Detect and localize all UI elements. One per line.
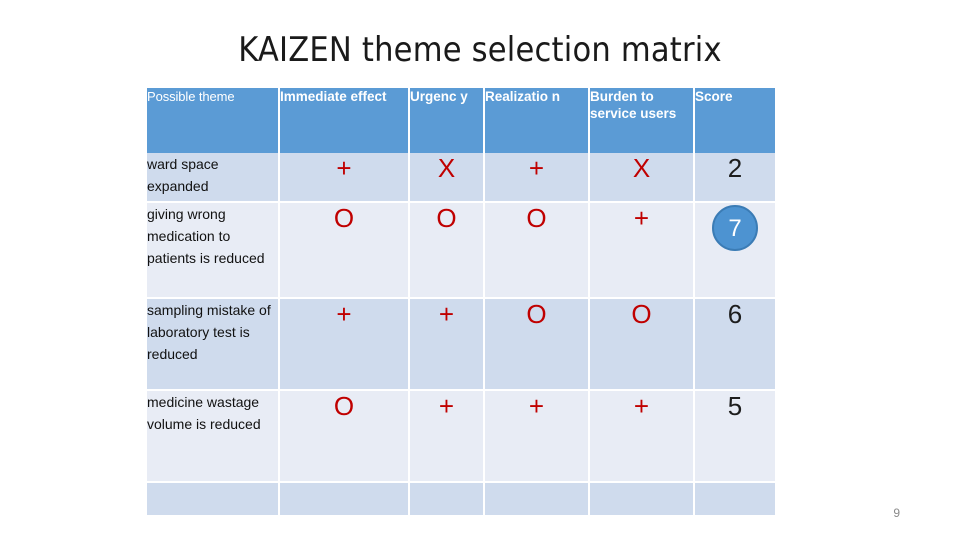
- cell-burden-to-service-users: +: [590, 391, 695, 483]
- cell-score: 7: [695, 203, 775, 299]
- cell-immediate-effect: +: [280, 299, 410, 391]
- table-header-row: Possible theme Immediate effect Urgenc y…: [147, 88, 775, 153]
- cell-burden-to-service-users: +: [590, 203, 695, 299]
- column-header-immediate-effect: Immediate effect: [280, 88, 410, 153]
- cell-immediate-effect: O: [280, 391, 410, 483]
- cell-theme: ward space expanded: [147, 153, 280, 203]
- slide-canvas: KAIZEN theme selection matrix Possible t…: [0, 0, 960, 540]
- cell-burden-to-service-users: [590, 483, 695, 515]
- cell-immediate-effect: O: [280, 203, 410, 299]
- cell-score: 5: [695, 391, 775, 483]
- cell-realization: +: [485, 153, 590, 203]
- cell-theme: medicine wastage volume is reduced: [147, 391, 280, 483]
- cell-realization: [485, 483, 590, 515]
- cell-urgency: [410, 483, 485, 515]
- column-header-burden-to-service-users: Burden to service users: [590, 88, 695, 153]
- cell-score: 6: [695, 299, 775, 391]
- slide-page-number: 9: [893, 506, 900, 520]
- page-title: KAIZEN theme selection matrix: [238, 30, 722, 70]
- column-header-urgency: Urgenc y: [410, 88, 485, 153]
- cell-realization: O: [485, 299, 590, 391]
- selected-score-badge: 7: [712, 205, 758, 251]
- cell-urgency: X: [410, 153, 485, 203]
- cell-immediate-effect: +: [280, 153, 410, 203]
- column-header-possible-theme: Possible theme: [147, 88, 280, 153]
- cell-score: 2: [695, 153, 775, 203]
- cell-theme: giving wrong medication to patients is r…: [147, 203, 280, 299]
- cell-theme: [147, 483, 280, 515]
- table-row: sampling mistake of laboratory test is r…: [147, 299, 775, 391]
- kaizen-theme-selection-matrix: Possible theme Immediate effect Urgenc y…: [147, 88, 775, 515]
- table-row: ward space expanded + X + X 2: [147, 153, 775, 203]
- column-header-realization: Realizatio n: [485, 88, 590, 153]
- column-header-score: Score: [695, 88, 775, 153]
- cell-realization: +: [485, 391, 590, 483]
- cell-urgency: +: [410, 299, 485, 391]
- table-row: [147, 483, 775, 515]
- cell-theme: sampling mistake of laboratory test is r…: [147, 299, 280, 391]
- cell-urgency: +: [410, 391, 485, 483]
- cell-score: [695, 483, 775, 515]
- cell-realization: O: [485, 203, 590, 299]
- table-row: medicine wastage volume is reduced O + +…: [147, 391, 775, 483]
- table-row: giving wrong medication to patients is r…: [147, 203, 775, 299]
- cell-urgency: O: [410, 203, 485, 299]
- cell-burden-to-service-users: X: [590, 153, 695, 203]
- cell-burden-to-service-users: O: [590, 299, 695, 391]
- cell-immediate-effect: [280, 483, 410, 515]
